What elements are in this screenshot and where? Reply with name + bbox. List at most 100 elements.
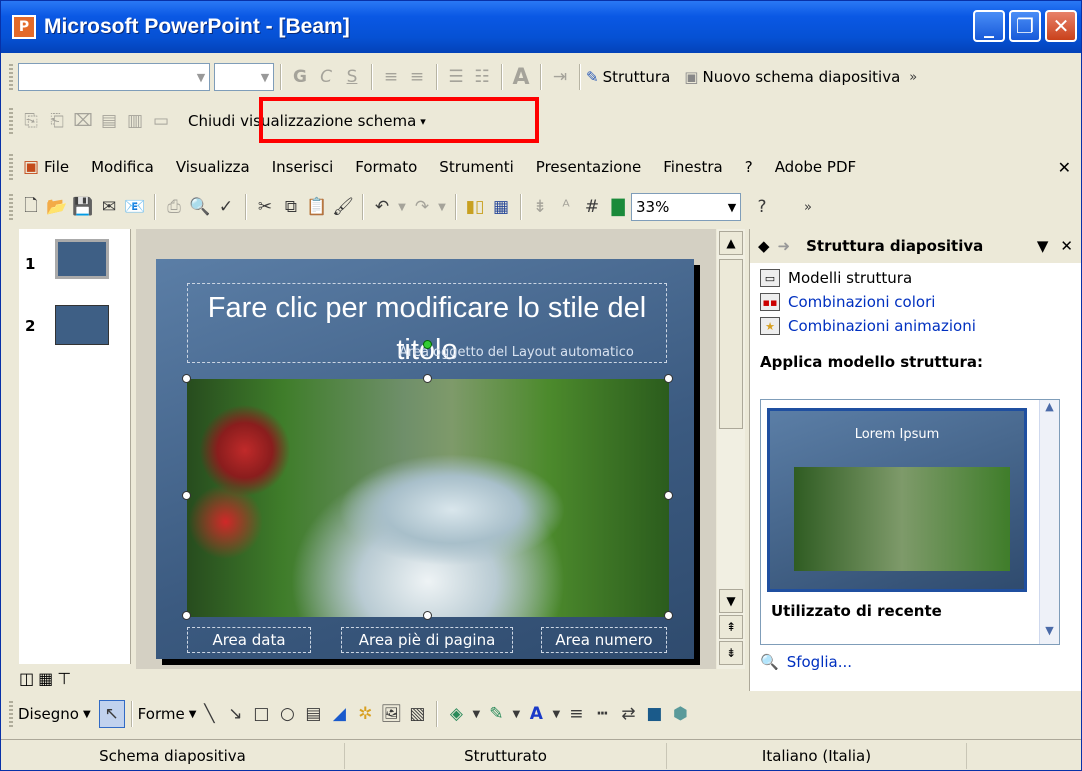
toolbar-grip[interactable] bbox=[9, 108, 13, 134]
numbered-list-icon[interactable]: ☰ bbox=[443, 63, 469, 91]
permission-icon[interactable]: ✉ bbox=[96, 193, 122, 221]
toolbar-grip[interactable] bbox=[9, 154, 13, 180]
font-color-icon[interactable]: A bbox=[523, 700, 549, 728]
insert-chart-icon[interactable]: ▮▯ bbox=[462, 193, 488, 221]
show-formatting-icon[interactable]: ᴬ bbox=[553, 193, 579, 221]
indent-icon[interactable]: ⇥ bbox=[547, 63, 573, 91]
gallery-scrollbar[interactable]: ▲ ▼ bbox=[1039, 400, 1059, 644]
menu-view[interactable]: Visualizza bbox=[176, 158, 250, 176]
animation-schemes-link[interactable]: ★ Combinazioni animazioni bbox=[760, 317, 1081, 335]
normal-view-icon[interactable]: ◫ bbox=[19, 669, 34, 688]
menu-help[interactable]: ? bbox=[745, 158, 753, 176]
toolbar-grip[interactable] bbox=[9, 701, 13, 727]
number-placeholder[interactable]: Area numero bbox=[541, 627, 667, 653]
toolbar-options-icon[interactable]: » bbox=[795, 193, 821, 221]
toolbar-grip[interactable] bbox=[9, 64, 13, 90]
dash-style-icon[interactable]: ┅ bbox=[589, 700, 615, 728]
previous-slide-icon[interactable]: ⇞ bbox=[719, 615, 743, 639]
select-objects-icon[interactable]: ↖ bbox=[98, 700, 125, 728]
grid-icon[interactable]: # bbox=[579, 193, 605, 221]
waterfall-picture[interactable] bbox=[187, 379, 669, 617]
rotate-handle[interactable] bbox=[423, 340, 432, 349]
text-box-icon[interactable]: ▤ bbox=[300, 700, 326, 728]
toolbar-grip[interactable] bbox=[9, 194, 13, 220]
arrow-icon[interactable]: ↘ bbox=[222, 700, 248, 728]
resize-handle[interactable] bbox=[423, 374, 432, 383]
resize-handle[interactable] bbox=[182, 374, 191, 383]
autoshapes-button[interactable]: Forme ▼ bbox=[138, 705, 197, 723]
diagram-icon[interactable]: ✲ bbox=[352, 700, 378, 728]
delete-master-icon[interactable]: ⌧ bbox=[70, 107, 96, 135]
scroll-down-icon[interactable]: ▼ bbox=[719, 589, 743, 613]
chevron-down-icon[interactable]: ▼ bbox=[549, 700, 563, 728]
oval-icon[interactable]: ○ bbox=[274, 700, 300, 728]
toolbar-options-icon[interactable]: » bbox=[900, 63, 926, 91]
forward-arrow-icon[interactable]: ➜ bbox=[778, 237, 791, 255]
scroll-up-icon[interactable]: ▲ bbox=[1040, 400, 1059, 420]
thumbnail-title-master[interactable] bbox=[55, 305, 109, 345]
shadow-button[interactable]: S bbox=[339, 63, 365, 91]
new-master-button[interactable]: ▣ Nuovo schema diapositiva bbox=[684, 68, 900, 86]
restore-button[interactable]: ❐ bbox=[1009, 10, 1041, 42]
date-placeholder[interactable]: Area data bbox=[187, 627, 311, 653]
redo-icon[interactable]: ↷ bbox=[409, 193, 435, 221]
color-schemes-link[interactable]: ▪▪ Combinazioni colori bbox=[760, 293, 1081, 311]
menu-tools[interactable]: Strumenti bbox=[439, 158, 513, 176]
insert-new-slide-master-icon[interactable]: ⎘ bbox=[18, 107, 44, 135]
undo-icon[interactable]: ↶ bbox=[369, 193, 395, 221]
draw-menu-button[interactable]: Disegno ▼ bbox=[18, 705, 91, 723]
menu-adobe-pdf[interactable]: Adobe PDF bbox=[775, 158, 856, 176]
minimize-button[interactable]: _ bbox=[973, 10, 1005, 42]
menu-file[interactable]: File bbox=[44, 158, 69, 176]
master-layout-icon[interactable]: ▭ bbox=[148, 107, 174, 135]
footer-placeholder[interactable]: Area piè di pagina bbox=[341, 627, 513, 653]
scroll-up-icon[interactable]: ▲ bbox=[719, 231, 743, 255]
font-select[interactable]: ▼ bbox=[18, 63, 210, 91]
wordart-icon[interactable]: ◢ bbox=[326, 700, 352, 728]
structure-button[interactable]: ✎ Struttura bbox=[586, 68, 670, 86]
menu-edit[interactable]: Modifica bbox=[91, 158, 154, 176]
design-templates-link[interactable]: ▭ Modelli struttura bbox=[760, 269, 1081, 287]
expand-all-icon[interactable]: ⇟ bbox=[527, 193, 553, 221]
print-icon[interactable]: ⎙ bbox=[161, 193, 187, 221]
arrow-style-icon[interactable]: ⇄ bbox=[615, 700, 641, 728]
print-preview-icon[interactable]: 🔍 bbox=[187, 193, 213, 221]
line-icon[interactable]: ╲ bbox=[196, 700, 222, 728]
vertical-scrollbar[interactable]: ▲ ▼ ⇞ ⇟ bbox=[717, 229, 745, 669]
thumbnail-slide-master[interactable] bbox=[55, 239, 109, 279]
preserve-master-icon[interactable]: ▤ bbox=[96, 107, 122, 135]
resize-handle[interactable] bbox=[423, 611, 432, 620]
browse-link[interactable]: 🔍 Sfoglia... bbox=[760, 653, 852, 671]
chevron-down-icon[interactable]: ▼ bbox=[435, 193, 449, 221]
insert-table-icon[interactable]: ▦ bbox=[488, 193, 514, 221]
menu-insert[interactable]: Inserisci bbox=[272, 158, 334, 176]
back-arrow-icon[interactable]: ◆ bbox=[758, 237, 770, 255]
chevron-down-icon[interactable]: ▼ bbox=[469, 700, 483, 728]
bold-button[interactable]: G bbox=[287, 63, 313, 91]
close-document-icon[interactable]: ✕ bbox=[1058, 158, 1071, 177]
rectangle-icon[interactable]: □ bbox=[248, 700, 274, 728]
chevron-down-icon[interactable]: ▼ bbox=[1037, 237, 1049, 255]
resize-handle[interactable] bbox=[664, 374, 673, 383]
spelling-icon[interactable]: ✓ bbox=[213, 193, 239, 221]
line-color-icon[interactable]: ✎ bbox=[483, 700, 509, 728]
save-icon[interactable]: 💾 bbox=[70, 193, 96, 221]
menu-slideshow[interactable]: Presentazione bbox=[536, 158, 641, 176]
insert-new-title-master-icon[interactable]: ⎗ bbox=[44, 107, 70, 135]
document-icon[interactable]: ▣ bbox=[18, 153, 44, 181]
align-left-icon[interactable]: ≡ bbox=[378, 63, 404, 91]
help-icon[interactable]: ? bbox=[749, 193, 775, 221]
scroll-thumb[interactable] bbox=[719, 259, 743, 429]
paste-icon[interactable]: 📋 bbox=[304, 193, 330, 221]
resize-handle[interactable] bbox=[664, 491, 673, 500]
increase-font-icon[interactable]: A bbox=[508, 63, 534, 91]
sorter-view-icon[interactable]: ▦ bbox=[38, 669, 53, 688]
open-icon[interactable]: 📂 bbox=[44, 193, 70, 221]
line-style-icon[interactable]: ≡ bbox=[563, 700, 589, 728]
italic-button[interactable]: C bbox=[313, 63, 339, 91]
menu-format[interactable]: Formato bbox=[355, 158, 417, 176]
3d-style-icon[interactable]: ⬢ bbox=[667, 700, 693, 728]
copy-icon[interactable]: ⧉ bbox=[278, 193, 304, 221]
resize-handle[interactable] bbox=[182, 611, 191, 620]
powerpoint-icon[interactable]: P bbox=[12, 15, 36, 39]
